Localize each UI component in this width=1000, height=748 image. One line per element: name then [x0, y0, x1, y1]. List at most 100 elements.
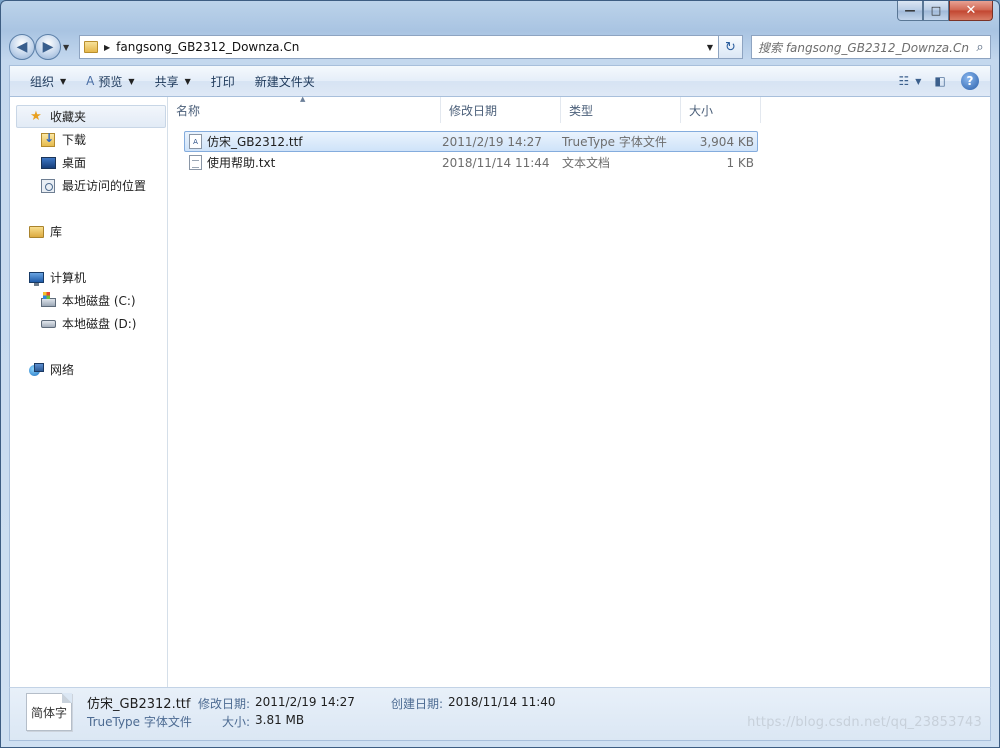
- network-icon: [28, 362, 44, 378]
- navigation-pane: ★ 收藏夹 下载 桌面 最近访问的位置 库 计: [10, 97, 168, 687]
- library-icon: [28, 224, 44, 240]
- chevron-down-icon: ▼: [60, 76, 67, 86]
- maximize-button[interactable]: □: [923, 1, 949, 21]
- column-header-size[interactable]: 大小: [681, 97, 761, 123]
- details-pane: 简体字 仿宋_GB2312.ttf TrueType 字体文件 修改日期: 20…: [9, 687, 991, 741]
- help-button[interactable]: ?: [958, 70, 982, 92]
- file-size: 3,904 KB: [699, 134, 754, 149]
- minimize-icon: —: [904, 4, 916, 17]
- windows-drive-icon: [40, 292, 56, 307]
- table-row[interactable]: 使用帮助.txt 2018/11/14 11:44 文本文档 1 KB: [184, 152, 758, 173]
- search-icon[interactable]: ⌕: [970, 40, 990, 55]
- sidebar-item-desktop[interactable]: 桌面: [10, 151, 167, 174]
- refresh-icon: ↻: [725, 39, 736, 55]
- search-box[interactable]: 搜索 fangsong_GB2312_Downza.Cn ⌕: [751, 35, 991, 59]
- sidebar-item-label: 最近访问的位置: [62, 179, 147, 193]
- chevron-down-icon: ▼: [915, 76, 922, 86]
- maximize-icon: □: [930, 4, 942, 17]
- preview-icon: A: [86, 74, 95, 88]
- minimize-button[interactable]: —: [897, 1, 923, 21]
- column-header-label: 类型: [569, 103, 594, 118]
- sort-ascending-icon: ▲: [300, 95, 306, 103]
- address-dropdown-button[interactable]: ▼: [702, 43, 718, 52]
- forward-button[interactable]: ▶: [35, 34, 61, 60]
- desktop-icon: [40, 155, 56, 171]
- preview-button[interactable]: A 预览 ▼: [76, 69, 144, 93]
- history-dropdown-button[interactable]: ▼: [63, 43, 73, 52]
- sidebar-item-drive-c[interactable]: 本地磁盘 (C:): [10, 289, 167, 312]
- globe-network-icon: [28, 362, 44, 377]
- computer-icon: [28, 270, 44, 286]
- back-button[interactable]: ◀: [9, 34, 35, 60]
- sidebar-item-computer[interactable]: 计算机: [10, 266, 167, 289]
- file-name-cell: A 仿宋_GB2312.ttf: [185, 133, 442, 150]
- change-view-button[interactable]: ☷ ▼: [898, 70, 922, 92]
- command-bar: 组织 ▼ A 预览 ▼ 共享 ▼ 打印 新建文件夹 ☷ ▼ ◧ ?: [9, 65, 991, 97]
- font-file-icon: A: [189, 134, 202, 149]
- print-button[interactable]: 打印: [201, 69, 245, 93]
- refresh-button[interactable]: ↻: [719, 35, 743, 59]
- address-bar[interactable]: ▶ fangsong_GB2312_Downza.Cn ▼: [79, 35, 719, 59]
- details-size-value: 3.81 MB: [255, 713, 305, 727]
- file-type: 文本文档: [562, 156, 611, 170]
- sidebar-item-label: 收藏夹: [50, 110, 87, 124]
- print-label: 打印: [210, 74, 235, 89]
- thumbnail-text: 简体字: [30, 705, 67, 720]
- details-created-value: 2018/11/14 11:40: [448, 695, 556, 709]
- preview-pane-button[interactable]: ◧: [928, 70, 952, 92]
- downloads-folder-icon: [40, 131, 56, 148]
- close-icon: ✕: [965, 3, 977, 18]
- share-button[interactable]: 共享 ▼: [145, 69, 201, 93]
- star-icon: ★: [30, 109, 42, 124]
- view-controls: ☷ ▼ ◧ ?: [892, 70, 990, 92]
- sidebar-item-recent-places[interactable]: 最近访问的位置: [10, 174, 167, 197]
- view-details-icon: ☷: [898, 74, 910, 88]
- table-row[interactable]: A 仿宋_GB2312.ttf 2011/2/19 14:27 TrueType…: [184, 131, 758, 152]
- monitor-icon: [40, 156, 56, 169]
- sidebar-item-label: 本地磁盘 (D:): [62, 317, 137, 331]
- sidebar-item-label: 计算机: [50, 271, 87, 285]
- file-date: 2011/2/19 14:27: [442, 134, 542, 149]
- file-name: 仿宋_GB2312.ttf: [207, 135, 303, 149]
- sidebar-item-favorites[interactable]: ★ 收藏夹: [16, 105, 166, 128]
- watermark: https://blog.csdn.net/qq_23853743: [747, 715, 982, 730]
- column-headers: ▲ 名称 修改日期 类型 大小: [168, 95, 761, 123]
- caption-buttons: — □ ✕: [897, 1, 993, 21]
- column-header-name[interactable]: ▲ 名称: [168, 95, 441, 123]
- drive-icon: [40, 316, 56, 332]
- sidebar-item-network[interactable]: 网络: [10, 358, 167, 381]
- sidebar-item-label: 下载: [62, 133, 87, 147]
- details-file-type: TrueType 字体文件: [87, 715, 192, 729]
- breadcrumb-chevron-icon[interactable]: ▶: [104, 43, 110, 52]
- column-header-label: 修改日期: [449, 103, 498, 118]
- organize-button[interactable]: 组织 ▼: [20, 69, 76, 93]
- sidebar-item-label: 库: [50, 225, 63, 239]
- search-input[interactable]: 搜索 fangsong_GB2312_Downza.Cn: [758, 39, 970, 56]
- file-thumbnail: 简体字: [26, 693, 72, 731]
- help-icon: ?: [961, 72, 979, 90]
- file-name-cell: 使用帮助.txt: [185, 154, 442, 171]
- computer-monitor-icon: [28, 272, 44, 286]
- recent-places-icon: [40, 178, 56, 194]
- folder-icon: [84, 41, 98, 53]
- back-arrow-icon: ◀: [16, 39, 28, 55]
- address-path[interactable]: fangsong_GB2312_Downza.Cn: [116, 40, 702, 54]
- sidebar-item-drive-d[interactable]: 本地磁盘 (D:): [10, 312, 167, 335]
- details-modified-label: 修改日期:: [198, 697, 251, 711]
- sidebar-item-label: 本地磁盘 (C:): [62, 294, 136, 308]
- details-created-label: 创建日期:: [391, 697, 444, 711]
- file-name: 使用帮助.txt: [207, 156, 276, 170]
- column-header-type[interactable]: 类型: [561, 97, 681, 123]
- column-header-date[interactable]: 修改日期: [441, 97, 561, 123]
- sidebar-item-libraries[interactable]: 库: [10, 220, 167, 243]
- close-button[interactable]: ✕: [949, 1, 993, 21]
- sidebar-item-downloads[interactable]: 下载: [10, 128, 167, 151]
- details-modified-value: 2011/2/19 14:27: [255, 695, 355, 709]
- new-folder-button[interactable]: 新建文件夹: [245, 69, 325, 93]
- new-folder-label: 新建文件夹: [254, 74, 315, 89]
- chevron-down-icon: ▼: [184, 76, 191, 86]
- text-file-icon: [189, 155, 202, 170]
